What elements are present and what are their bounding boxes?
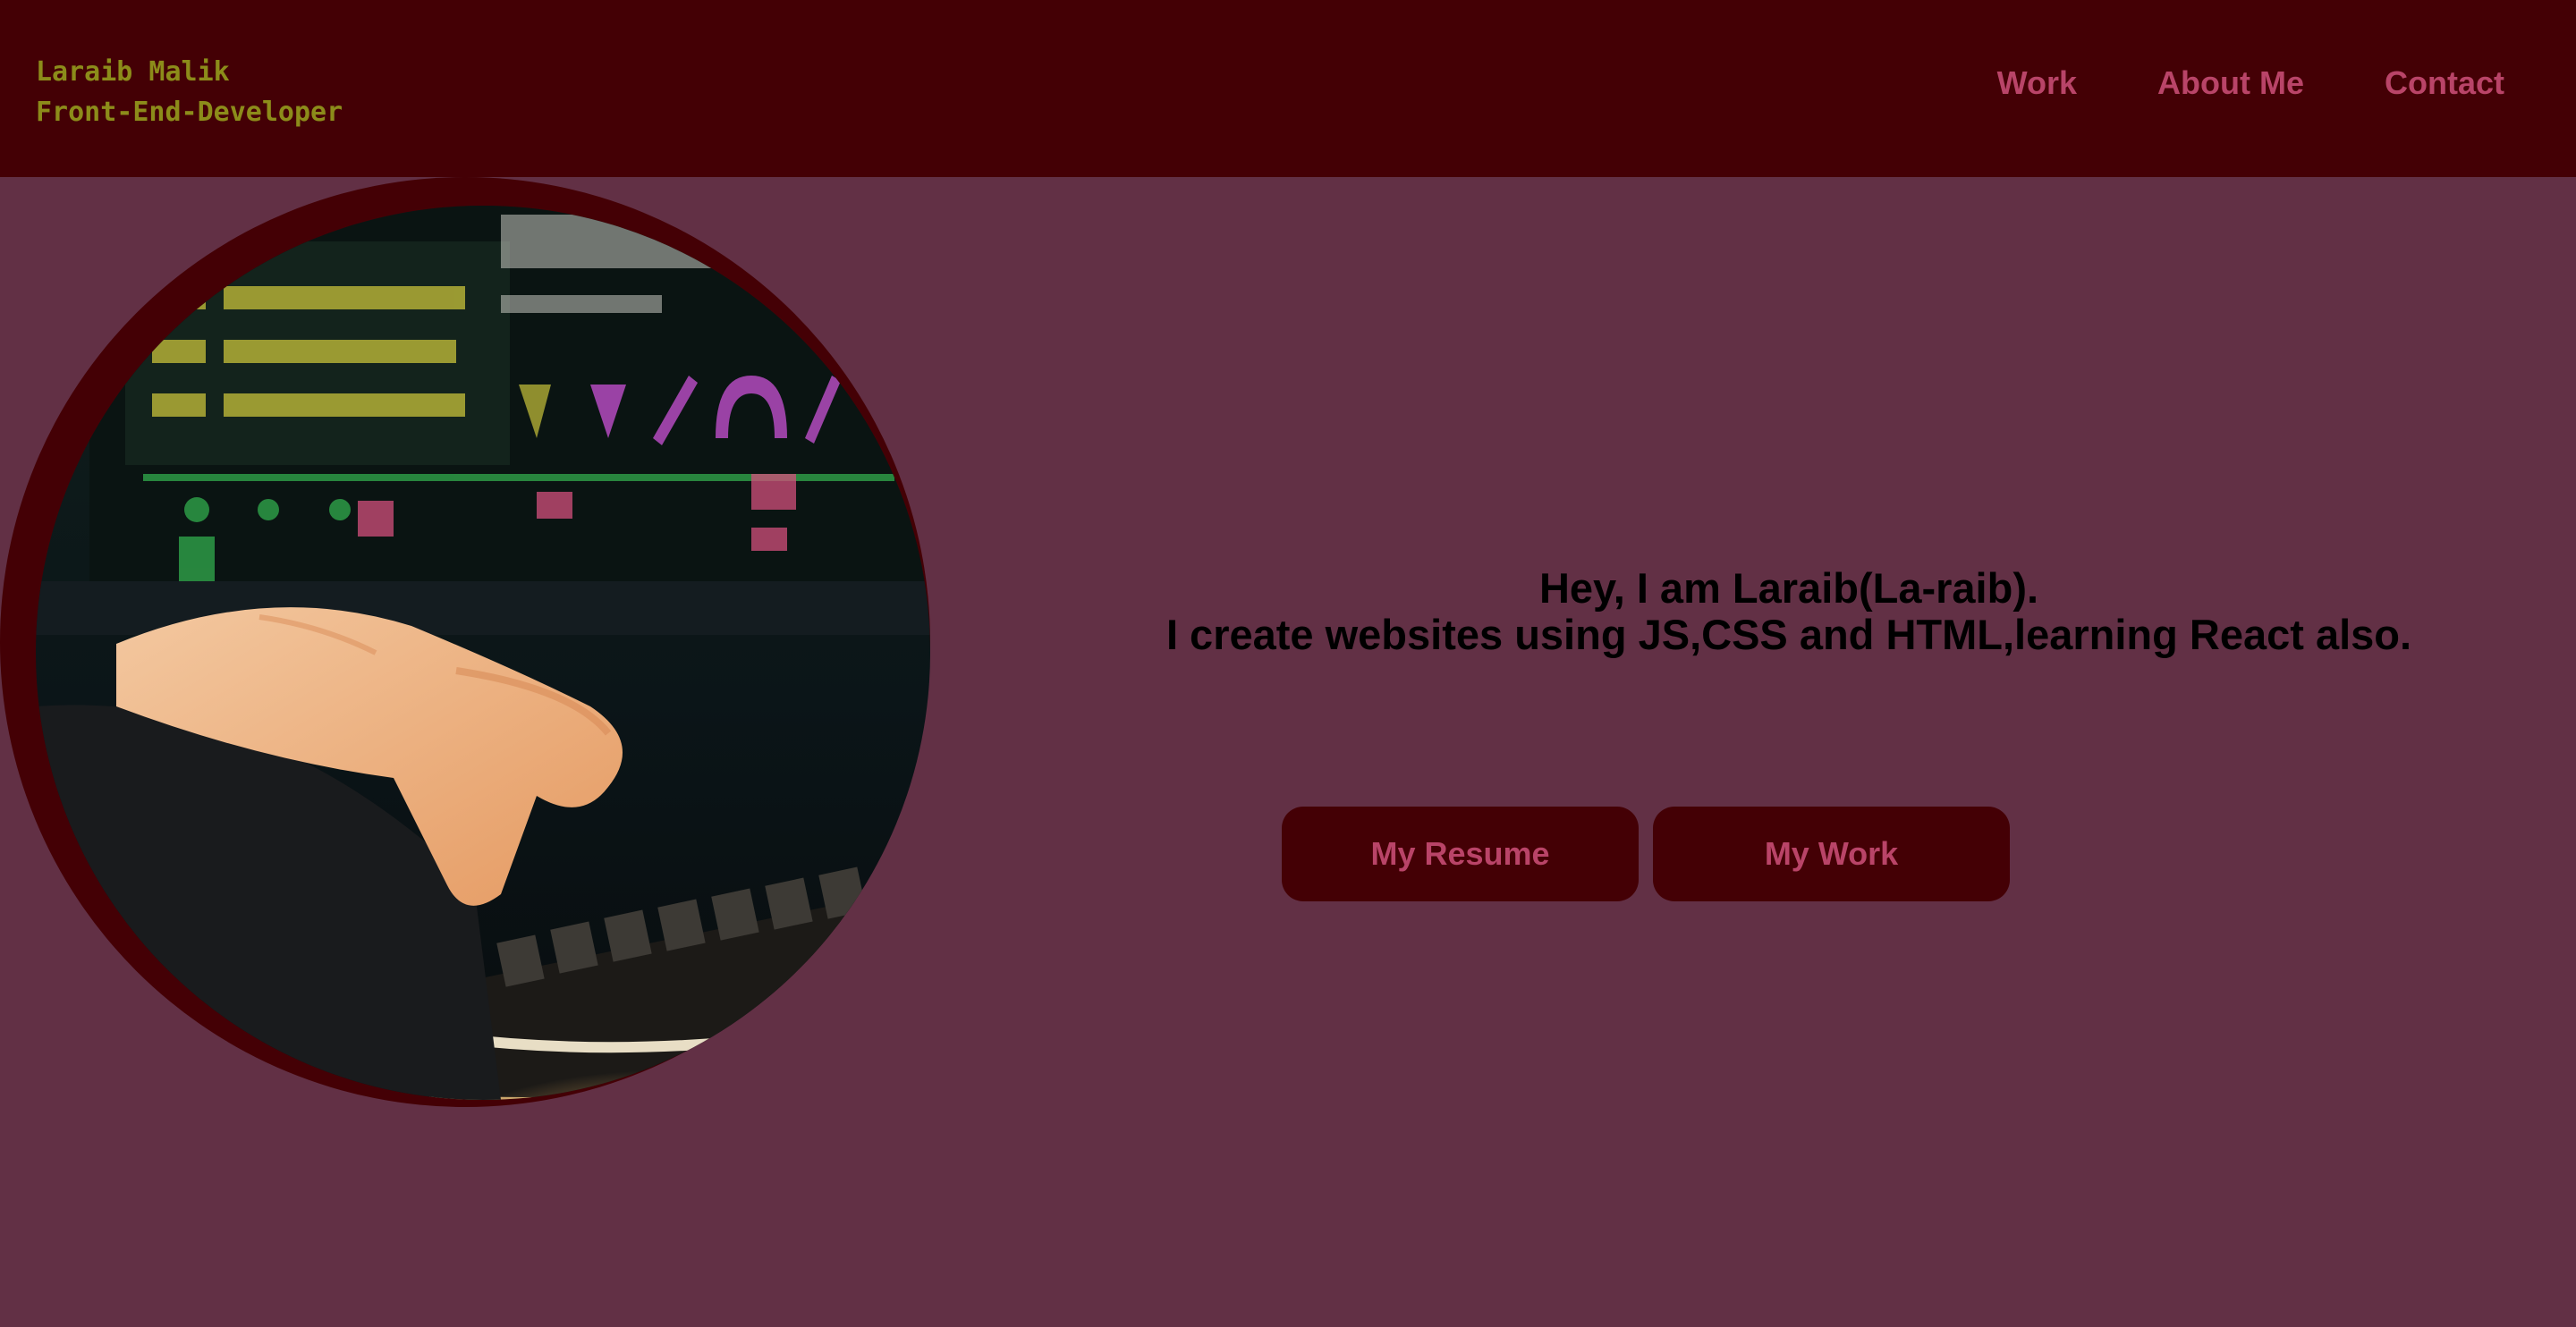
main-nav: Work About Me Contact: [1997, 64, 2504, 102]
cta-buttons: My Resume My Work: [1282, 807, 2010, 901]
keyboard-typing-icon: [36, 206, 930, 1100]
site-header: Laraib Malik Front-End-Developer Work Ab…: [0, 0, 2576, 177]
brand-name: Laraib Malik: [36, 56, 230, 88]
nav-about-link[interactable]: About Me: [2157, 64, 2304, 102]
intro-greeting: Hey, I am Laraib(La-raib).: [1538, 564, 2039, 612]
nav-contact-link[interactable]: Contact: [2385, 64, 2504, 102]
nav-work-link[interactable]: Work: [1997, 64, 2077, 102]
my-resume-button[interactable]: My Resume: [1282, 807, 1639, 901]
intro-text: Hey, I am Laraib(La-raib). I create webs…: [1011, 565, 2567, 658]
brand-role: Front-End-Developer: [36, 97, 343, 128]
hero-photo: [36, 206, 930, 1100]
brand: Laraib Malik Front-End-Developer: [36, 52, 343, 132]
intro-tagline: I create websites using JS,CSS and HTML,…: [1165, 611, 2412, 658]
my-work-button[interactable]: My Work: [1653, 807, 2010, 901]
